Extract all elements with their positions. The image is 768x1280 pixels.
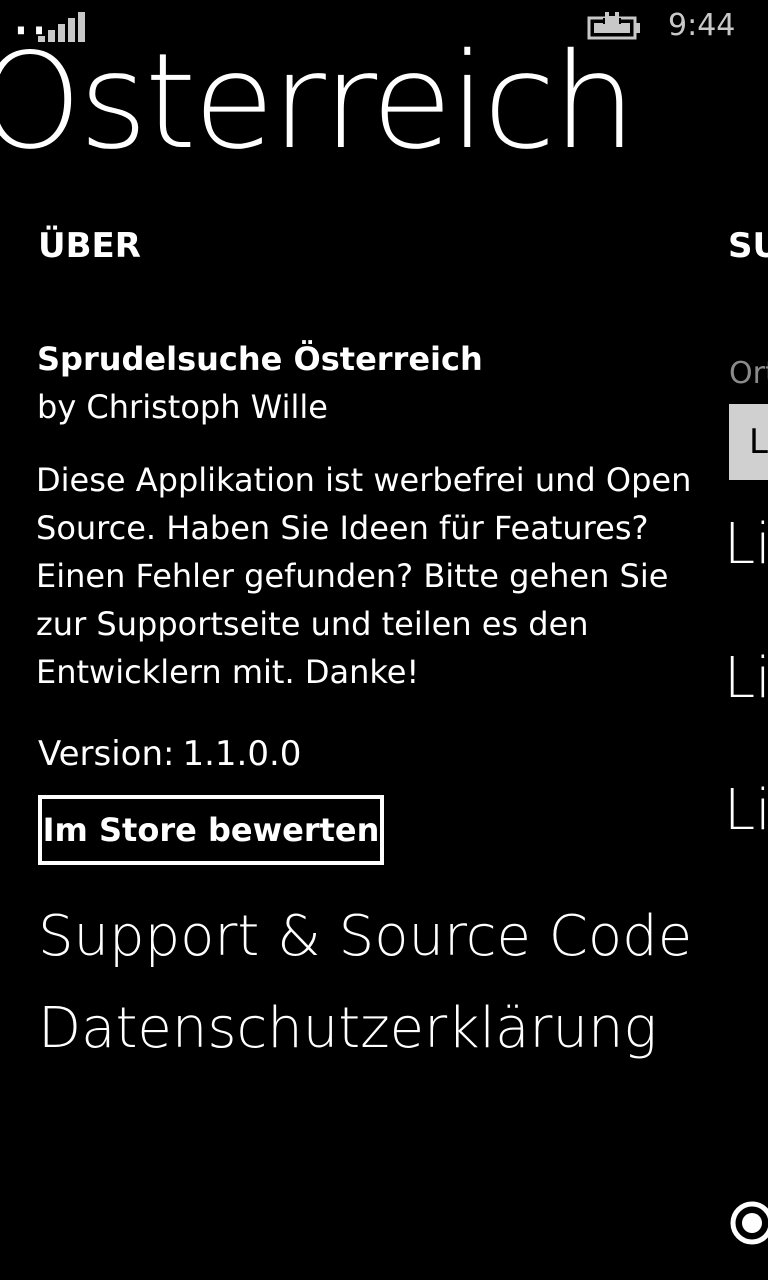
pivot-header-next[interactable]: SU bbox=[728, 226, 768, 266]
radio-circle-icon[interactable] bbox=[729, 1200, 768, 1246]
version-label: Version: bbox=[38, 734, 175, 774]
pivot-header-about[interactable]: ÜBER bbox=[38, 226, 141, 266]
peek-field-label: Ort bbox=[729, 356, 768, 391]
peek-list-item[interactable]: Li bbox=[724, 646, 768, 711]
status-clock: 9:44 bbox=[668, 8, 736, 43]
author-line: by Christoph Wille bbox=[37, 388, 328, 426]
version-row: Version: 1.1.0.0 bbox=[38, 734, 301, 774]
privacy-policy-link[interactable]: Datenschutzerklärung bbox=[38, 996, 657, 1061]
rate-in-store-button[interactable]: Im Store bewerten bbox=[38, 795, 384, 865]
peek-list-item[interactable]: Li bbox=[724, 778, 768, 843]
app-name: Sprudelsuche Österreich bbox=[37, 340, 483, 378]
peek-input-box[interactable]: L bbox=[729, 404, 768, 480]
app-description: Diese Applikation ist werbefrei und Open… bbox=[36, 461, 692, 691]
peek-input-text: L bbox=[749, 422, 768, 462]
pivot-title: Österreich bbox=[0, 25, 636, 179]
support-source-code-link[interactable]: Support & Source Code bbox=[38, 904, 692, 969]
version-value: 1.1.0.0 bbox=[182, 734, 302, 774]
peek-list-item[interactable]: Li bbox=[724, 512, 768, 577]
